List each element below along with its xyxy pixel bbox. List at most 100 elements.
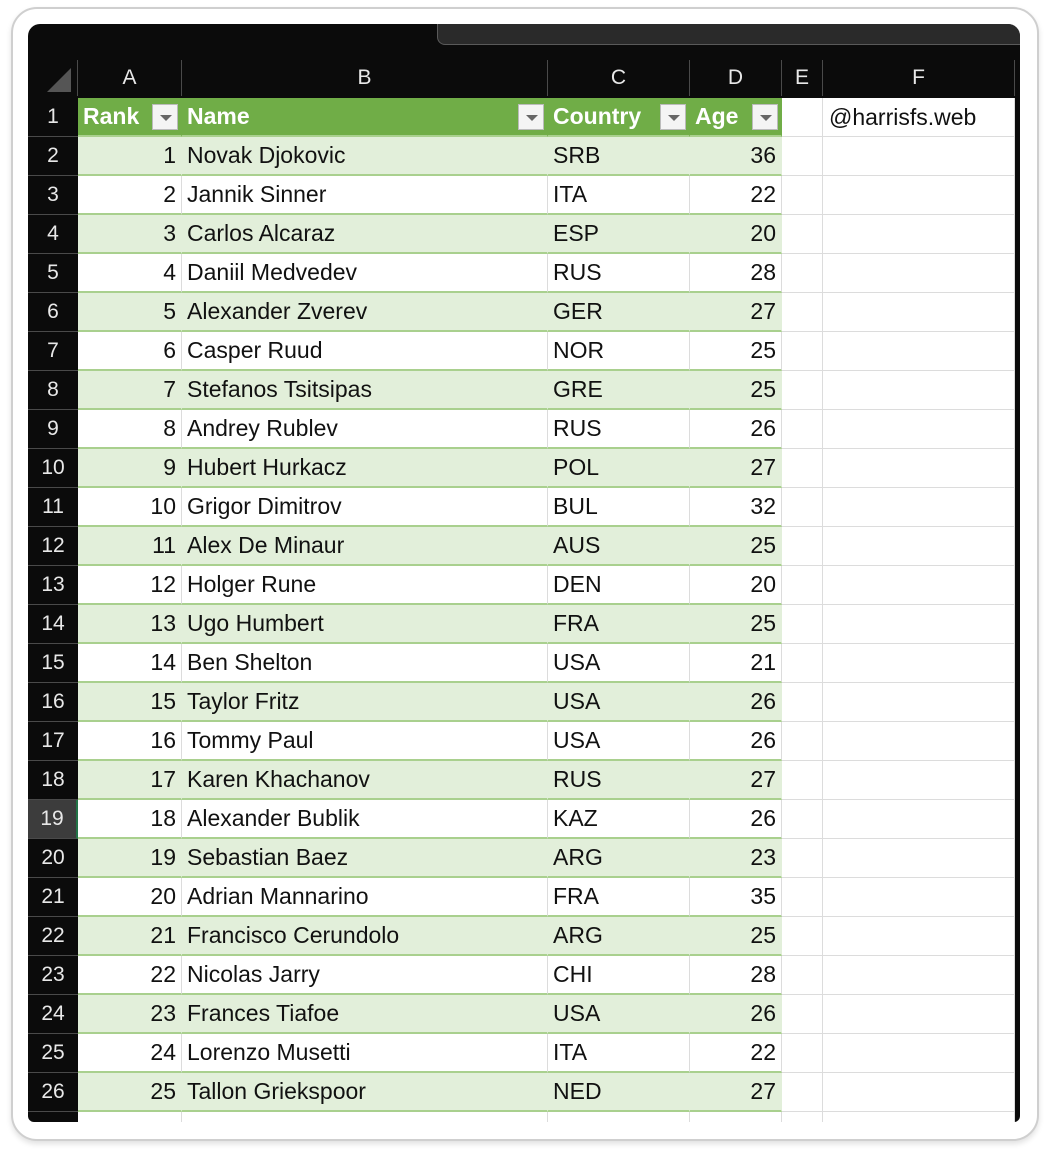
cell-empty[interactable] bbox=[823, 1073, 1015, 1112]
column-header-f[interactable]: F bbox=[823, 60, 1015, 96]
cell-age[interactable] bbox=[690, 1112, 782, 1122]
cell-age[interactable]: 35 bbox=[690, 878, 782, 917]
cell-age[interactable]: 25 bbox=[690, 917, 782, 956]
cell-country[interactable]: NOR bbox=[548, 332, 690, 371]
formula-bar[interactable] bbox=[437, 24, 1020, 45]
cell-empty[interactable] bbox=[823, 800, 1015, 839]
cell-name[interactable]: Ugo Humbert bbox=[182, 605, 548, 644]
cell-rank[interactable]: 10 bbox=[78, 488, 182, 527]
row-header[interactable]: 5 bbox=[28, 254, 78, 293]
cell-empty[interactable] bbox=[823, 449, 1015, 488]
cell-empty[interactable] bbox=[782, 176, 823, 215]
cell-age[interactable]: 27 bbox=[690, 761, 782, 800]
cell-country[interactable]: USA bbox=[548, 644, 690, 683]
cell-empty[interactable] bbox=[782, 683, 823, 722]
cell-empty[interactable] bbox=[782, 488, 823, 527]
cell-name[interactable]: Alexander Zverev bbox=[182, 293, 548, 332]
cell-name[interactable]: Sebastian Baez bbox=[182, 839, 548, 878]
cell-country[interactable]: ARG bbox=[548, 917, 690, 956]
row-header[interactable]: 12 bbox=[28, 527, 78, 566]
cell-empty[interactable] bbox=[782, 566, 823, 605]
cell-empty[interactable] bbox=[823, 215, 1015, 254]
cell-country[interactable]: POL bbox=[548, 449, 690, 488]
cell-age[interactable]: 25 bbox=[690, 332, 782, 371]
row-header[interactable]: 27 bbox=[28, 1112, 78, 1122]
row-header[interactable]: 3 bbox=[28, 176, 78, 215]
cell-empty[interactable] bbox=[823, 722, 1015, 761]
cell-e1[interactable] bbox=[782, 98, 823, 137]
cell-name[interactable]: Karen Khachanov bbox=[182, 761, 548, 800]
column-header-a[interactable]: A bbox=[78, 60, 182, 96]
cell-rank[interactable]: 16 bbox=[78, 722, 182, 761]
row-header[interactable]: 8 bbox=[28, 371, 78, 410]
cell-empty[interactable] bbox=[823, 1034, 1015, 1073]
cell-age[interactable]: 25 bbox=[690, 605, 782, 644]
cell-empty[interactable] bbox=[823, 917, 1015, 956]
cell-rank[interactable]: 5 bbox=[78, 293, 182, 332]
cell-empty[interactable] bbox=[782, 722, 823, 761]
row-header[interactable]: 15 bbox=[28, 644, 78, 683]
row-header[interactable]: 19 bbox=[28, 800, 78, 839]
cell-name[interactable]: Stefanos Tsitsipas bbox=[182, 371, 548, 410]
cell-age[interactable]: 27 bbox=[690, 1073, 782, 1112]
cell-country[interactable]: USA bbox=[548, 995, 690, 1034]
cell-empty[interactable] bbox=[782, 371, 823, 410]
cell-empty[interactable] bbox=[823, 995, 1015, 1034]
row-header[interactable]: 23 bbox=[28, 956, 78, 995]
cell-age[interactable]: 20 bbox=[690, 215, 782, 254]
cell-rank[interactable]: 2 bbox=[78, 176, 182, 215]
cell-name[interactable]: Ben Shelton bbox=[182, 644, 548, 683]
header-rank[interactable]: Rank bbox=[78, 98, 182, 137]
cell-age[interactable]: 26 bbox=[690, 410, 782, 449]
cell-country[interactable]: ITA bbox=[548, 176, 690, 215]
row-header[interactable]: 10 bbox=[28, 449, 78, 488]
cell-empty[interactable] bbox=[782, 956, 823, 995]
cell-rank[interactable]: 18 bbox=[78, 800, 182, 839]
header-name[interactable]: Name bbox=[182, 98, 548, 137]
cell-rank[interactable]: 3 bbox=[78, 215, 182, 254]
cell-name[interactable]: Taylor Fritz bbox=[182, 683, 548, 722]
cell-name[interactable] bbox=[182, 1112, 548, 1122]
cell-rank[interactable]: 4 bbox=[78, 254, 182, 293]
cell-name[interactable]: Alex De Minaur bbox=[182, 527, 548, 566]
cell-name[interactable]: Tommy Paul bbox=[182, 722, 548, 761]
cell-empty[interactable] bbox=[823, 137, 1015, 176]
cell-empty[interactable] bbox=[823, 761, 1015, 800]
cell-name[interactable]: Holger Rune bbox=[182, 566, 548, 605]
cell-country[interactable]: NED bbox=[548, 1073, 690, 1112]
select-all-button[interactable] bbox=[28, 60, 78, 96]
cell-country[interactable]: ITA bbox=[548, 1034, 690, 1073]
row-header[interactable]: 26 bbox=[28, 1073, 78, 1112]
row-header[interactable]: 25 bbox=[28, 1034, 78, 1073]
cell-country[interactable]: FRA bbox=[548, 605, 690, 644]
cell-rank[interactable]: 12 bbox=[78, 566, 182, 605]
cell-empty[interactable] bbox=[782, 1034, 823, 1073]
cell-name[interactable]: Jannik Sinner bbox=[182, 176, 548, 215]
cell-rank[interactable]: 17 bbox=[78, 761, 182, 800]
cell-name[interactable]: Frances Tiafoe bbox=[182, 995, 548, 1034]
cell-age[interactable]: 26 bbox=[690, 722, 782, 761]
cell-rank[interactable]: 13 bbox=[78, 605, 182, 644]
cell-name[interactable]: Daniil Medvedev bbox=[182, 254, 548, 293]
row-header[interactable]: 14 bbox=[28, 605, 78, 644]
cell-country[interactable]: ESP bbox=[548, 215, 690, 254]
cell-country[interactable]: USA bbox=[548, 722, 690, 761]
cell-country[interactable]: GER bbox=[548, 293, 690, 332]
cell-age[interactable]: 21 bbox=[690, 644, 782, 683]
filter-dropdown-icon[interactable] bbox=[752, 104, 778, 130]
cell-name[interactable]: Francisco Cerundolo bbox=[182, 917, 548, 956]
cell-country[interactable]: DEN bbox=[548, 566, 690, 605]
cell-empty[interactable] bbox=[823, 332, 1015, 371]
cell-rank[interactable]: 14 bbox=[78, 644, 182, 683]
header-age[interactable]: Age bbox=[690, 98, 782, 137]
cell-empty[interactable] bbox=[782, 449, 823, 488]
cell-age[interactable]: 26 bbox=[690, 683, 782, 722]
cell-empty[interactable] bbox=[782, 410, 823, 449]
row-header[interactable]: 18 bbox=[28, 761, 78, 800]
cell-country[interactable]: ARG bbox=[548, 839, 690, 878]
cell-rank[interactable]: 22 bbox=[78, 956, 182, 995]
cell-rank[interactable]: 20 bbox=[78, 878, 182, 917]
filter-dropdown-icon[interactable] bbox=[518, 104, 544, 130]
cell-country[interactable]: BUL bbox=[548, 488, 690, 527]
cell-empty[interactable] bbox=[782, 800, 823, 839]
